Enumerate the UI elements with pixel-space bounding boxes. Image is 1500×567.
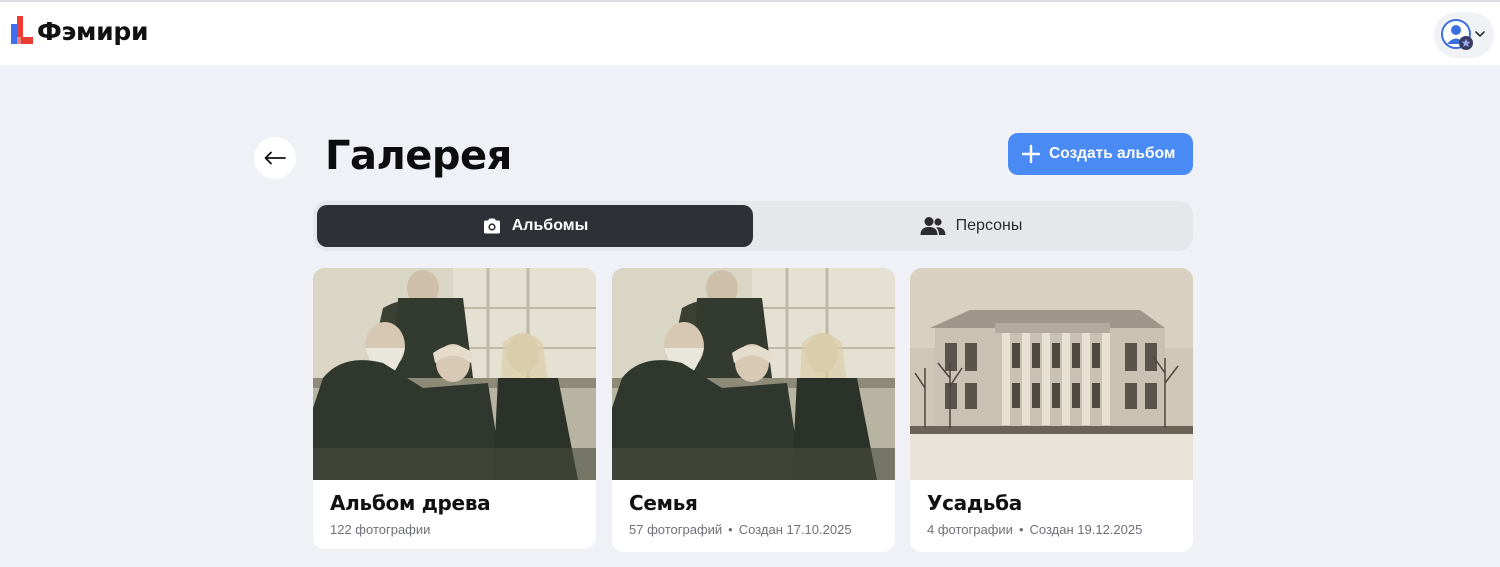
tab-persons[interactable]: Персоны	[753, 205, 1189, 247]
camera-icon	[482, 217, 502, 235]
create-album-button[interactable]: Создать альбом	[1008, 133, 1193, 175]
album-cover-image	[910, 268, 1193, 480]
album-meta: 57 фотографий • Создан 17.10.2025	[629, 522, 852, 537]
album-created-date: Создан 19.12.2025	[1029, 522, 1143, 537]
logo-mark-icon	[11, 16, 33, 44]
album-photo-count: 122 фотографии	[330, 522, 431, 537]
avatar-icon	[1441, 19, 1473, 50]
separator-dot: •	[728, 522, 733, 537]
logo-text: Фэмири	[37, 16, 149, 46]
album-created-date: Создан 17.10.2025	[738, 522, 852, 537]
gallery-tabs: Альбомы Персоны	[313, 201, 1193, 251]
user-menu-button[interactable]	[1434, 12, 1494, 58]
album-meta: 4 фотографии • Создан 19.12.2025	[927, 522, 1142, 537]
album-cover-image	[612, 268, 895, 480]
create-album-label: Создать альбом	[1049, 145, 1176, 162]
album-card[interactable]: Семья 57 фотографий • Создан 17.10.2025	[612, 268, 895, 552]
page-title: Галерея	[325, 133, 512, 179]
plus-icon	[1021, 144, 1041, 164]
back-button[interactable]	[254, 137, 296, 179]
arrow-left-icon	[264, 151, 286, 165]
album-name: Усадьба	[927, 491, 1022, 515]
logo[interactable]: Фэмири	[9, 12, 148, 48]
album-meta: 122 фотографии	[330, 522, 430, 537]
app-header: Фэмири	[0, 2, 1500, 65]
album-photo-count: 57 фотографий	[629, 522, 723, 537]
album-cover-image	[313, 268, 596, 480]
separator-dot: •	[1018, 522, 1024, 537]
people-icon	[920, 216, 946, 236]
tab-persons-label: Персоны	[955, 217, 1023, 234]
tab-albums-label: Альбомы	[511, 217, 589, 234]
chevron-down-icon	[1475, 31, 1485, 37]
album-name: Альбом древа	[330, 491, 491, 515]
album-card[interactable]: Усадьба 4 фотографии • Создан 19.12.2025	[910, 268, 1193, 552]
album-name: Семья	[629, 491, 698, 515]
album-photo-count: 4 фотографии	[927, 522, 1013, 537]
album-card[interactable]: Альбом древа 122 фотографии	[313, 268, 596, 549]
tab-albums[interactable]: Альбомы	[317, 205, 753, 247]
